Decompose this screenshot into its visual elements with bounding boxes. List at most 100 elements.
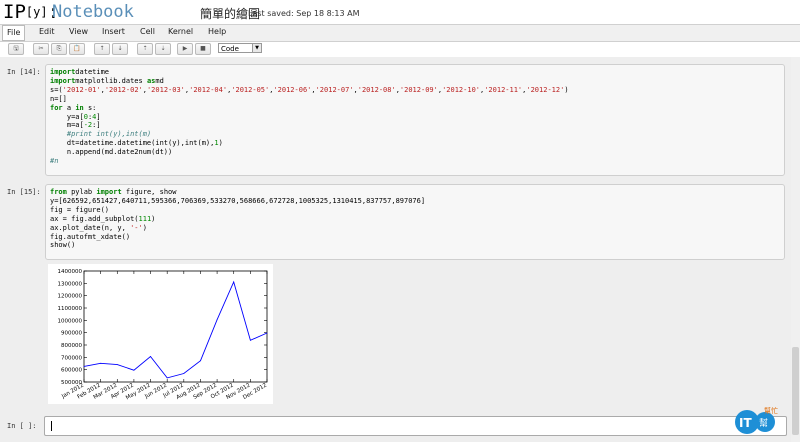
code-token: ): [564, 85, 569, 94]
header: IP[y]: Notebook 簡單的繪圖 Last saved: Sep 18…: [0, 0, 800, 24]
code-line: for a in s:: [50, 104, 569, 113]
y-tick-label: 1000000: [58, 318, 83, 324]
menu-file[interactable]: File: [2, 25, 26, 41]
code-line: m=a[-2:]: [50, 121, 569, 130]
code-token: ): [142, 223, 147, 232]
text-cursor: [51, 421, 52, 431]
insert-below-icon[interactable]: ⇣: [155, 43, 171, 55]
y-tick-label: 1300000: [58, 281, 83, 287]
watermark-text: 幫忙: [764, 406, 778, 415]
code-token: #print int(y),int(m): [50, 130, 152, 139]
move-down-icon[interactable]: ↓: [112, 43, 128, 55]
code-token: '2012-12': [526, 85, 565, 94]
code-cell-15[interactable]: from pylab import figure, show y=[626592,…: [45, 184, 785, 260]
code-token: '2012-01': [62, 85, 101, 94]
code-token: ): [151, 214, 156, 223]
code-line: s=('2012-01','2012-02','2012-03','2012-0…: [50, 86, 569, 95]
y-tick-label: 1200000: [58, 294, 83, 300]
code-token: '2012-03': [146, 85, 185, 94]
menu-help[interactable]: Help: [208, 27, 226, 36]
code-token: ax.plot_date(n, y,: [50, 223, 131, 232]
last-saved-status: Last saved: Sep 18 8:13 AM: [248, 9, 360, 18]
stop-icon[interactable]: ■: [195, 43, 211, 55]
ipython-logo[interactable]: IP[y]:: [3, 1, 59, 23]
code-token: fig.autofmt_xdate(): [50, 232, 131, 241]
code-token: datetime: [75, 68, 110, 76]
code-line: from pylab import figure, show: [50, 188, 425, 197]
code-token: #n: [50, 157, 59, 166]
data-point: [216, 319, 218, 321]
code-token: n.append(md.date2num(dt)): [50, 148, 173, 157]
code-token: dt=datetime.datetime(int(y),int(m),: [50, 139, 215, 148]
code-line: n.append(md.date2num(dt)): [50, 148, 569, 157]
code-token: '2012-10': [442, 85, 480, 94]
code-token: show(): [50, 241, 76, 250]
y-tick-label: 700000: [61, 355, 82, 361]
code-editor[interactable]: importdatetime importmatplotlib.dates asm…: [50, 68, 569, 166]
code-token: s:: [83, 103, 97, 112]
insert-above-icon[interactable]: ⇡: [137, 43, 153, 55]
data-point: [116, 364, 118, 366]
code-token: '2012-06': [273, 85, 312, 94]
code-line: ax.plot_date(n, y, '-'): [50, 224, 425, 233]
data-point: [266, 332, 268, 334]
cell-type-value: Code: [221, 45, 239, 53]
cut-icon[interactable]: ✂: [33, 43, 49, 55]
code-line: ax = fig.add_subplot(111): [50, 215, 425, 224]
y-tick-label: 900000: [61, 331, 82, 337]
code-cell-14[interactable]: importdatetime importmatplotlib.dates asm…: [45, 64, 785, 176]
scrollbar-thumb[interactable]: [792, 347, 799, 435]
run-icon[interactable]: ▶: [177, 43, 193, 55]
code-token: import: [50, 76, 76, 85]
menu-edit[interactable]: Edit: [39, 27, 55, 36]
code-token: import: [96, 188, 122, 196]
copy-icon[interactable]: ⎘: [51, 43, 67, 55]
code-token: '2012-02': [104, 85, 143, 94]
data-point: [100, 362, 102, 364]
code-token: ax = fig.add_subplot(: [50, 214, 139, 223]
code-token: '2012-09': [399, 85, 438, 94]
code-token: n=[]: [50, 94, 67, 103]
code-line: importmatplotlib.dates asmd: [50, 77, 569, 86]
y-tick-label: 600000: [61, 368, 82, 374]
move-up-icon[interactable]: ↑: [94, 43, 110, 55]
watermark-small: 幫: [759, 417, 768, 429]
y-tick-label: 800000: [61, 343, 82, 349]
cell-prompt: In [ ]:: [7, 422, 37, 430]
code-line: y=[626592,651427,640711,595366,706369,53…: [50, 197, 425, 206]
code-token: figure, show: [121, 188, 177, 196]
menu-kernel[interactable]: Kernel: [168, 27, 193, 36]
cell-type-select[interactable]: Code ▼: [218, 43, 262, 53]
y-tick-label: 1400000: [58, 269, 83, 275]
code-token: fig = figure(): [50, 205, 110, 214]
code-token: in: [75, 103, 84, 112]
code-token: :]: [92, 121, 101, 130]
code-token: pylab: [66, 188, 97, 196]
cell-output: 500000 600000 700000 800000 900000 1000000 110…: [48, 264, 273, 404]
code-line: fig = figure(): [50, 206, 425, 215]
code-token: '-': [130, 223, 143, 232]
data-point: [166, 377, 168, 379]
watermark-big: IT: [739, 416, 752, 430]
code-line: n=[]: [50, 95, 569, 104]
code-editor[interactable]: from pylab import figure, show y=[626592,…: [50, 188, 425, 250]
code-token: y=a[: [50, 112, 84, 121]
line-chart: 5000006000007000008000009000001000000110…: [58, 269, 269, 401]
code-token: '2012-04': [189, 85, 228, 94]
paste-icon[interactable]: 📋: [69, 43, 85, 55]
notebook-name[interactable]: Notebook: [52, 2, 134, 22]
scrollbar[interactable]: [791, 57, 800, 442]
menu-view[interactable]: View: [69, 27, 88, 36]
menu-cell[interactable]: Cell: [140, 27, 155, 36]
data-point: [133, 369, 135, 371]
empty-code-cell[interactable]: [44, 416, 787, 436]
code-token: md: [155, 76, 164, 85]
menu-bar: File Edit View Insert Cell Kernel Help: [0, 24, 800, 42]
code-token: ): [218, 139, 223, 148]
code-token: '2012-05': [231, 85, 270, 94]
code-line: #n: [50, 157, 569, 166]
cell-prompt: In [14]:: [7, 68, 41, 76]
code-token: '2012-07': [315, 85, 354, 94]
save-icon[interactable]: 🖫: [8, 43, 24, 55]
menu-insert[interactable]: Insert: [102, 27, 125, 36]
